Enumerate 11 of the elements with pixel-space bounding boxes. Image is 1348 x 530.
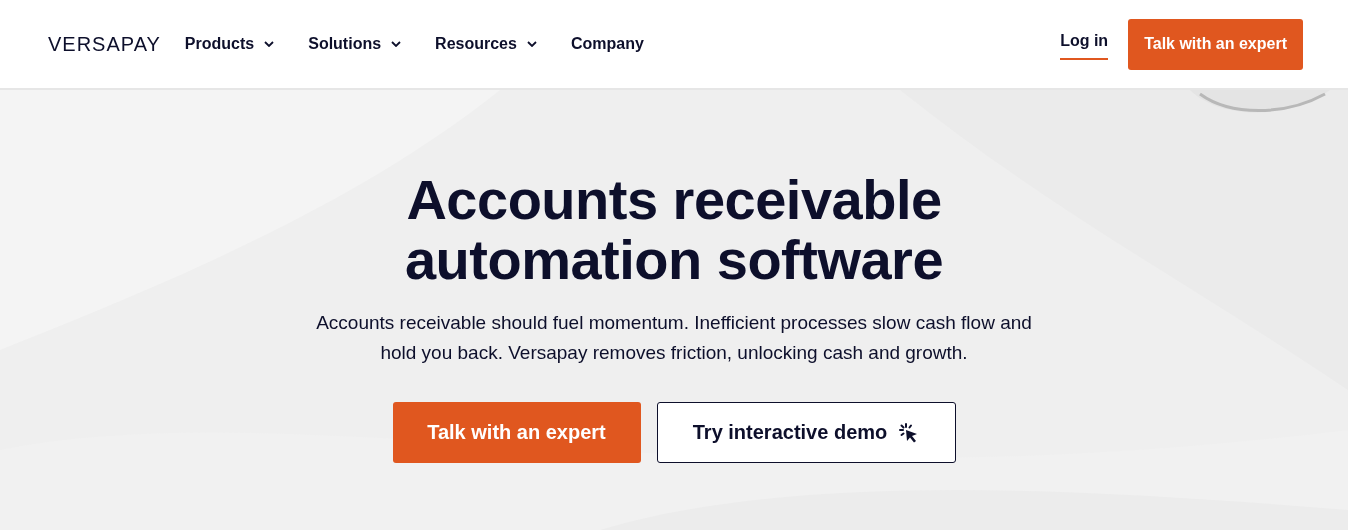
talk-with-expert-button[interactable]: Talk with an expert (392, 402, 641, 463)
nav-item[interactable]: Resources (435, 35, 537, 53)
login-link[interactable]: Log in (1060, 28, 1109, 60)
nav-item[interactable]: Products (184, 35, 275, 53)
interactive-demo-button[interactable]: Try interactive demo (656, 402, 956, 463)
nav-item[interactable]: Solutions (308, 35, 402, 53)
nav-item[interactable]: Company (570, 35, 644, 53)
logo[interactable]: VERSAPAY (48, 32, 161, 56)
talk-with-expert-button[interactable]: Talk with an expert (1128, 18, 1303, 70)
hero-heading: Accounts receivable automation software (403, 170, 945, 290)
hero-description: Accounts receivable should fuel momentum. Inefficient processes slow cash flow and hold you back. Versapay removes friction, unlocking cash and growth. (315, 311, 1033, 365)
